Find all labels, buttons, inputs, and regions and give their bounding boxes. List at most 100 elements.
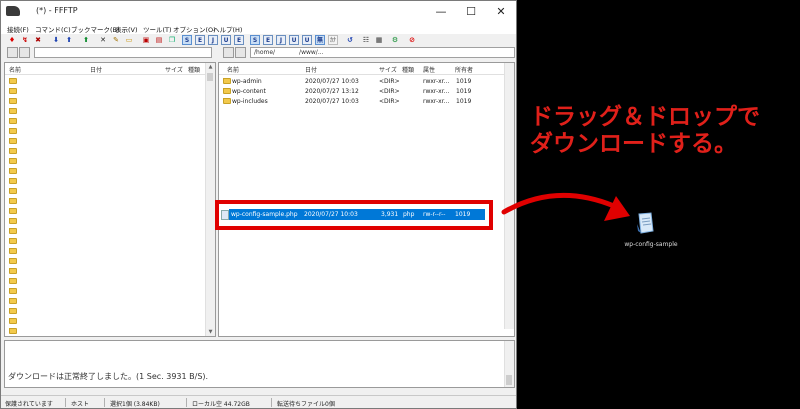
file-owner: 1019: [456, 98, 472, 105]
status-divider: [104, 398, 105, 407]
menu-options[interactable]: オプション(O): [173, 24, 216, 34]
kanji-e-button[interactable]: E: [263, 35, 273, 45]
sync-icon[interactable]: ▤: [154, 35, 164, 45]
copy-icon[interactable]: ❐: [167, 35, 177, 45]
remote-col-name[interactable]: 名前: [227, 65, 239, 74]
remote-folder-open-button[interactable]: [235, 47, 246, 58]
local-folder-open-button[interactable]: [19, 47, 30, 58]
stop-icon[interactable]: ⊘: [407, 35, 417, 45]
settings-icon[interactable]: ⚙: [390, 35, 400, 45]
status-local-free: ローカル空 44.72GB: [192, 401, 250, 408]
folder-icon: [9, 308, 17, 314]
remote-folder-up-button[interactable]: [223, 47, 234, 58]
kanji-u2-button[interactable]: U: [302, 35, 312, 45]
transfer-mode-e-button[interactable]: E: [195, 35, 205, 45]
scroll-up-icon[interactable]: ▲: [207, 64, 214, 70]
folder-icon: [223, 88, 231, 94]
folder-icon: [9, 158, 17, 164]
local-col-name[interactable]: 名前: [9, 65, 21, 74]
rename-icon[interactable]: ✎: [111, 35, 121, 45]
minimize-button[interactable]: —: [426, 1, 456, 23]
local-path-input[interactable]: [34, 47, 212, 58]
log-scroll-thumb[interactable]: [506, 375, 512, 385]
remote-col-type[interactable]: 種類: [402, 65, 414, 74]
status-protection: 保護されています: [5, 401, 53, 408]
menu-bar: 接続(F) コマンド(C) ブックマーク(B) 表示(V) ツール(T) オプシ…: [1, 23, 516, 34]
window-title: (*) - FFFTP: [36, 6, 78, 15]
remote-row-wp-includes[interactable]: wp-includes 2020/07/27 10:03 <DIR> rwxr-…: [219, 96, 482, 106]
remote-col-size[interactable]: サイズ: [379, 65, 397, 74]
remote-row-wp-content[interactable]: wp-content 2020/07/27 13:12 <DIR> rwxr-x…: [219, 86, 482, 96]
local-col-type[interactable]: 種類: [188, 65, 200, 74]
connect-icon[interactable]: ♦: [7, 35, 17, 45]
file-size: <DIR>: [379, 98, 400, 105]
kana-button[interactable]: ｶﾅ: [328, 35, 338, 45]
local-scrollbar[interactable]: ▲ ▼: [205, 63, 215, 336]
transfer-mode-e2-button[interactable]: E: [234, 35, 244, 45]
remote-col-owner[interactable]: 所有者: [455, 65, 473, 74]
folder-icon: [9, 138, 17, 144]
folder-icon: [9, 168, 17, 174]
refresh-icon[interactable]: ↺: [345, 35, 355, 45]
file-attr: rwxr-xr...: [423, 78, 450, 85]
list-view-icon[interactable]: ☷: [361, 35, 371, 45]
log-panel: ダウンロードは正常終了しました。(1 Sec. 3931 B/S).: [4, 340, 515, 388]
menu-command[interactable]: コマンド(C): [35, 24, 71, 34]
local-col-size[interactable]: サイズ: [165, 65, 183, 74]
remote-row-wp-admin[interactable]: wp-admin 2020/07/27 10:03 <DIR> rwxr-xr.…: [219, 76, 482, 86]
remote-path-input[interactable]: /home/ /www/...: [250, 47, 515, 58]
highlight-box: [215, 200, 493, 230]
menu-tools[interactable]: ツール(T): [143, 24, 172, 34]
annotation-line-1: ドラッグ＆ドロップで: [530, 104, 760, 130]
title-bar[interactable]: (*) - FFFTP — ☐ ✕: [1, 1, 516, 23]
local-scroll-thumb[interactable]: [207, 73, 213, 81]
quick-connect-icon[interactable]: ↯: [20, 35, 30, 45]
kanji-u-button[interactable]: U: [289, 35, 299, 45]
transfer-mode-j-button[interactable]: J: [208, 35, 218, 45]
local-file-list[interactable]: 名前 日付 サイズ 種類 ▲ ▼: [4, 62, 216, 337]
kanji-s-button[interactable]: S: [250, 35, 260, 45]
upload-icon[interactable]: ⬆: [64, 35, 74, 45]
maximize-button[interactable]: ☐: [456, 1, 486, 23]
folder-icon: [223, 78, 231, 84]
kanji-j-button[interactable]: J: [276, 35, 286, 45]
download-icon[interactable]: ⬇: [51, 35, 61, 45]
menu-bookmark[interactable]: ブックマーク(B): [71, 24, 120, 34]
file-attr: rwxr-xr...: [423, 88, 450, 95]
local-folder-up-button[interactable]: [7, 47, 18, 58]
text-file-icon[interactable]: [636, 212, 656, 234]
mirror-upload-icon[interactable]: ⬆: [81, 35, 91, 45]
local-col-date[interactable]: 日付: [90, 65, 102, 74]
menu-view[interactable]: 表示(V): [115, 24, 138, 34]
new-folder-icon[interactable]: ▭: [124, 35, 134, 45]
remote-col-date[interactable]: 日付: [305, 65, 317, 74]
status-queue: 転送待ちファイル0個: [277, 401, 335, 408]
menu-connect[interactable]: 接続(F): [7, 24, 29, 34]
file-name: wp-includes: [232, 98, 268, 105]
folder-icon: [9, 78, 17, 84]
folder-icon: [9, 318, 17, 324]
lock-icon[interactable]: ▣: [141, 35, 151, 45]
no-conversion-button[interactable]: 無: [315, 35, 325, 45]
folder-icon: [9, 178, 17, 184]
folder-icon: [9, 248, 17, 254]
close-button[interactable]: ✕: [486, 1, 516, 23]
file-name: wp-admin: [232, 78, 262, 85]
log-scrollbar[interactable]: [504, 341, 514, 387]
folder-icon: [9, 328, 17, 334]
transfer-mode-s-button[interactable]: S: [182, 35, 192, 45]
scroll-down-icon[interactable]: ▼: [207, 329, 214, 335]
remote-col-attr[interactable]: 属性: [423, 65, 435, 74]
ffftp-window: (*) - FFFTP — ☐ ✕ 接続(F) コマンド(C) ブックマーク(B…: [0, 0, 517, 409]
remote-list-header: 名前 日付 サイズ 種類 属性 所有者: [219, 63, 514, 75]
folder-icon: [223, 98, 231, 104]
desktop-file-label[interactable]: wp-config-sample: [606, 241, 696, 248]
file-owner: 1019: [456, 88, 472, 95]
folder-icon: [9, 88, 17, 94]
detail-view-icon[interactable]: ▦: [374, 35, 384, 45]
menu-help[interactable]: ヘルプ(H): [213, 24, 242, 34]
delete-icon[interactable]: ✕: [98, 35, 108, 45]
disconnect-icon[interactable]: ✖: [33, 35, 43, 45]
local-address-bar: [7, 47, 212, 59]
transfer-mode-u-button[interactable]: U: [221, 35, 231, 45]
